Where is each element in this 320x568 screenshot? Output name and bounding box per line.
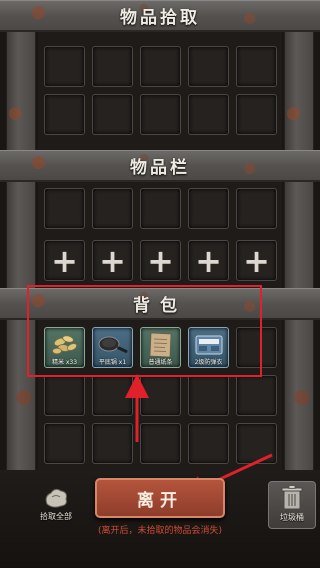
pickup-all-label: 拾取全部 [40, 512, 72, 521]
inventory-grid: + + + + + [38, 182, 282, 288]
add-slot-button[interactable]: + [140, 240, 181, 281]
add-slot-button[interactable]: + [92, 240, 133, 281]
leave-warning-note: (离开后，未拾取的物品会消失) [97, 526, 223, 536]
inventory-slot[interactable] [92, 188, 133, 229]
pickup-slot[interactable] [188, 46, 229, 87]
pickup-all-icon [45, 488, 67, 508]
leave-button[interactable]: 离开 [95, 478, 225, 518]
rice-icon [52, 335, 78, 355]
add-slot-button[interactable]: + [44, 240, 85, 281]
inventory-slot[interactable] [44, 188, 85, 229]
frying-pan-icon [98, 336, 128, 353]
add-slot-button[interactable]: + [236, 240, 277, 281]
item-name: 平底锅 x1 [98, 359, 127, 366]
backpack-title: 背包 [133, 296, 187, 316]
backpack-slot[interactable] [92, 375, 133, 416]
plus-icon: + [195, 241, 222, 280]
backpack-slot[interactable] [44, 423, 85, 464]
pickup-slot[interactable] [140, 46, 181, 87]
body-armor-icon [195, 335, 223, 355]
plus-icon: + [51, 241, 78, 280]
pickup-slot[interactable] [44, 46, 85, 87]
backpack-slot[interactable] [44, 375, 85, 416]
paper-note-icon [149, 332, 172, 358]
backpack-slot[interactable] [140, 423, 181, 464]
pickup-grid [38, 32, 282, 150]
pickup-slot[interactable] [92, 94, 133, 135]
inventory-slot[interactable] [188, 188, 229, 229]
plus-icon: + [147, 241, 174, 280]
plus-icon: + [99, 241, 126, 280]
backpack-slot[interactable] [236, 423, 277, 464]
backpack-slot[interactable] [140, 375, 181, 416]
item-name: 普通纸条 [148, 359, 173, 366]
backpack-header: 背包 [0, 288, 320, 320]
backpack-slot[interactable] [92, 423, 133, 464]
backpack-grid: 精米 x33 平底锅 x1 普通纸条 2级防弹衣 [38, 320, 282, 470]
trash-label: 垃圾桶 [280, 513, 304, 522]
pickup-slot[interactable] [188, 94, 229, 135]
backpack-slot[interactable] [188, 423, 229, 464]
pickup-slot[interactable] [140, 94, 181, 135]
backpack-item-armor[interactable]: 2级防弹衣 [188, 327, 229, 368]
backpack-slot[interactable] [236, 327, 277, 368]
trash-can-icon [281, 485, 303, 510]
pickup-slot[interactable] [236, 94, 277, 135]
pickup-slot[interactable] [236, 46, 277, 87]
item-name: 精米 x33 [51, 359, 78, 366]
pickup-all-button[interactable]: 拾取全部 [40, 486, 72, 522]
pickup-slot[interactable] [92, 46, 133, 87]
backpack-slot[interactable] [236, 375, 277, 416]
pickup-title: 物品拾取 [120, 8, 200, 28]
add-slot-button[interactable]: + [188, 240, 229, 281]
backpack-item-pan[interactable]: 平底锅 x1 [92, 327, 133, 368]
inventory-slot[interactable] [140, 188, 181, 229]
backpack-item-note[interactable]: 普通纸条 [140, 327, 181, 368]
item-name: 2级防弹衣 [194, 359, 223, 366]
inventory-header: 物品栏 [0, 150, 320, 182]
inventory-title: 物品栏 [130, 158, 190, 178]
leave-label: 离开 [137, 490, 183, 511]
backpack-item-rice[interactable]: 精米 x33 [44, 327, 85, 368]
pickup-slot[interactable] [44, 94, 85, 135]
plus-icon: + [243, 241, 270, 280]
pickup-header: 物品拾取 [0, 0, 320, 32]
backpack-slot[interactable] [188, 375, 229, 416]
trash-button[interactable]: 垃圾桶 [268, 481, 316, 529]
inventory-slot[interactable] [236, 188, 277, 229]
